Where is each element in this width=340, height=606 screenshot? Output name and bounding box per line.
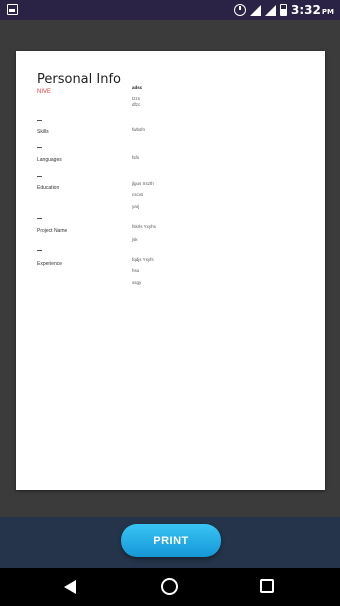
section-value: yarj [132, 204, 140, 209]
signal-icon [250, 4, 262, 16]
clock: 3:32PM [291, 3, 334, 17]
divider [37, 120, 42, 121]
section-value: jsk [132, 237, 138, 242]
status-bar: 3:32PM [0, 0, 340, 20]
signal-icon [265, 4, 277, 16]
navigation-bar [0, 568, 340, 606]
section-value: fsfs [132, 155, 140, 160]
battery-icon [280, 4, 288, 16]
divider [37, 218, 42, 219]
section-value: fskrls Yxyhs [132, 224, 156, 229]
section-label-education: Education [37, 185, 60, 191]
right-header-line: dfzc [132, 102, 141, 107]
section-value: fqdjs Ysyfs [132, 257, 154, 262]
divider [37, 250, 42, 251]
section-value: hsu [132, 268, 140, 273]
back-icon[interactable] [64, 580, 76, 594]
person-name: NIVE [37, 89, 52, 95]
print-button[interactable]: PRINT [121, 524, 221, 557]
section-value: cscvs [132, 192, 144, 197]
status-icons: 3:32PM [234, 0, 334, 20]
recents-icon[interactable] [260, 579, 274, 593]
document-title: Personal Info [37, 72, 121, 87]
divider [37, 176, 42, 177]
document-preview[interactable]: Personal Info NIVE adsc tzzs dfzc Skills… [16, 51, 325, 490]
alarm-icon [234, 4, 247, 16]
right-header: adsc [132, 85, 143, 90]
section-value: fwbsfn [132, 127, 146, 132]
section-label-project-name: Project Name [37, 228, 68, 234]
divider [37, 147, 42, 148]
section-label-skills: Skills [37, 129, 49, 135]
section-value: jlgus Xszth [132, 181, 154, 186]
app-notification-icon [7, 4, 18, 15]
section-label-languages: Languages [37, 157, 62, 163]
section-label-experience: Experience [37, 261, 63, 267]
home-icon[interactable] [161, 578, 178, 595]
section-value: ssgy [132, 280, 142, 285]
